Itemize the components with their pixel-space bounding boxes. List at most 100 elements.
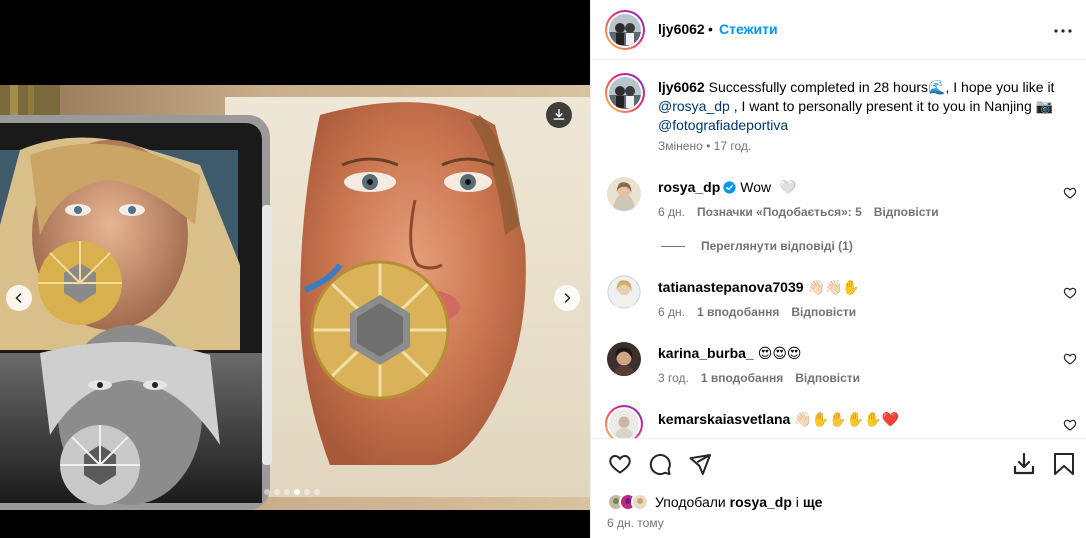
caption-author-avatar[interactable] (605, 73, 645, 113)
post-header: ljy6062 • Стежити (591, 0, 1086, 60)
chevron-right-icon (564, 293, 571, 303)
carousel-dot (294, 489, 300, 495)
comment-item: kemarskaiasvetlana 👋🏻✋✋✋✋❤️ (591, 403, 1086, 438)
save-button[interactable] (1051, 451, 1077, 477)
commenter-avatar[interactable] (607, 177, 641, 211)
comment-likes[interactable]: Позначки «Подобається»: 5 (697, 205, 862, 219)
comment-username[interactable]: kemarskaiasvetlana 👋🏻✋✋✋✋❤️ (658, 411, 899, 428)
carousel-dot (304, 489, 310, 495)
caption-username[interactable]: ljy6062 (658, 79, 705, 95)
caption-meta: Змінено • 17 год. (658, 139, 751, 153)
download-post-button[interactable] (1011, 451, 1037, 477)
heart-outline-icon[interactable] (1063, 352, 1077, 366)
view-replies-button[interactable]: Переглянути відповіді (1) (661, 239, 853, 253)
comment-item: karina_burba_ 😍😍😍 3 год. 1 вподобання Від… (591, 337, 1086, 407)
post-media (0, 0, 590, 538)
mention-rosya-dp[interactable]: @rosya_dp (658, 98, 730, 114)
comment-item: tatianastepanova7039 👋🏻👋🏻✋ 6 дн. 1 вподоб… (591, 271, 1086, 341)
caption-text: ljy6062 Successfully completed in 28 hou… (658, 78, 1058, 135)
comment-icon (649, 454, 671, 476)
liked-by-others[interactable]: ще (803, 494, 823, 510)
wave-emoji: 🌊 (928, 79, 946, 95)
follow-button[interactable]: Стежити (719, 21, 778, 37)
carousel-dot (264, 489, 270, 495)
comments-scroll[interactable]: ljy6062 Successfully completed in 28 hou… (591, 61, 1086, 438)
send-icon (689, 454, 711, 475)
caption-meta-dot: • (706, 139, 711, 153)
comment-likes[interactable]: 1 вподобання (697, 305, 779, 319)
download-icon (553, 109, 565, 120)
view-replies-label[interactable]: Переглянути відповіді (1) (701, 239, 853, 253)
heart-icon (609, 454, 631, 474)
liked-by-prefix: Уподобали (655, 494, 726, 510)
liked-by-avatars[interactable] (607, 493, 649, 511)
reply-button[interactable]: Відповісти (874, 205, 939, 219)
comment-emoji: 🤍 (779, 179, 797, 195)
heart-outline-icon[interactable] (1063, 418, 1077, 432)
post-photo[interactable] (0, 85, 590, 510)
comment-time: 3 год. (658, 371, 689, 385)
share-button[interactable] (687, 451, 713, 477)
comment-text: 😍😍😍 (757, 345, 802, 361)
carousel-dot (314, 489, 320, 495)
carousel-prev-button[interactable] (6, 285, 32, 311)
carousel-dot (274, 489, 280, 495)
caption-part1: Successfully completed in 28 hours (708, 79, 929, 95)
comment-username[interactable]: tatianastepanova7039 👋🏻👋🏻✋ (658, 279, 860, 296)
edited-label: Змінено (658, 139, 703, 153)
carousel-indicator (264, 489, 320, 495)
comment-username[interactable]: rosya_dp Wow 🤍 (658, 179, 796, 196)
artwork-photo (0, 85, 590, 510)
commenter-avatar[interactable] (605, 405, 643, 438)
comment-meta: 6 дн. Позначки «Подобається»: 5 Відповіс… (658, 205, 939, 219)
reply-button[interactable]: Відповісти (791, 305, 856, 319)
comment-username-text[interactable]: karina_burba_ (658, 345, 754, 361)
commenter-avatar[interactable] (607, 275, 641, 309)
like-button[interactable] (607, 451, 633, 477)
avatar-image (609, 409, 639, 438)
liked-by: Уподобали rosya_dp і ще (607, 493, 822, 511)
download-button[interactable] (546, 102, 572, 128)
camera-emoji: 📷 (1035, 98, 1054, 114)
reply-button[interactable]: Відповісти (795, 371, 860, 385)
comment-meta: 6 дн. 1 вподобання Відповісти (658, 305, 856, 319)
comment-username[interactable]: karina_burba_ 😍😍😍 (658, 345, 802, 362)
replies-divider (661, 245, 685, 247)
heart-outline-icon[interactable] (1063, 186, 1077, 200)
download-tray-icon (1013, 452, 1035, 475)
carousel-dot (284, 489, 290, 495)
mention-fotografiadeportiva[interactable]: @fotografiadeportiva (658, 117, 788, 133)
carousel-next-button[interactable] (554, 285, 580, 311)
avatar-image (609, 77, 641, 109)
verified-badge-icon (723, 181, 736, 194)
author-avatar[interactable] (605, 10, 645, 50)
comment-item: rosya_dp Wow 🤍 6 дн. Позначки «Подобаєтьс… (591, 171, 1086, 241)
more-options-button[interactable] (1051, 19, 1075, 43)
chevron-left-icon (15, 293, 22, 303)
post-date[interactable]: 6 дн. тому (607, 516, 664, 530)
caption-part3: , I want to personally present it to you… (733, 98, 1032, 114)
comment-text: 👋🏻👋🏻✋ (807, 279, 860, 295)
liker-avatar (631, 493, 649, 511)
bookmark-icon (1054, 453, 1074, 475)
comment-username-text[interactable]: tatianastepanova7039 (658, 279, 804, 295)
liked-by-user[interactable]: rosya_dp (730, 494, 792, 510)
avatar-image (609, 14, 641, 46)
caption-part2: , I hope you like it (945, 79, 1055, 95)
separator-dot: • (708, 21, 713, 37)
comment-text: 👋🏻✋✋✋✋❤️ (794, 411, 899, 427)
comment-username-text[interactable]: kemarskaiasvetlana (658, 411, 790, 427)
comment-time: 6 дн. (658, 305, 685, 319)
liked-by-joiner: і (795, 494, 799, 510)
caption-time: 17 год. (713, 139, 752, 153)
comment-username-text[interactable]: rosya_dp (658, 179, 720, 195)
author-username[interactable]: ljy6062 (658, 21, 705, 37)
comment-likes[interactable]: 1 вподобання (701, 371, 783, 385)
comment-meta: 3 год. 1 вподобання Відповісти (658, 371, 860, 385)
heart-outline-icon[interactable] (1063, 286, 1077, 300)
post-caption: ljy6062 Successfully completed in 28 hou… (591, 61, 1086, 171)
commenter-avatar[interactable] (607, 342, 641, 376)
comment-button[interactable] (647, 451, 673, 477)
more-horizontal-icon (1054, 29, 1072, 33)
post-details: ljy6062 • Стежити ljy6062 Successfully c… (590, 0, 1086, 538)
